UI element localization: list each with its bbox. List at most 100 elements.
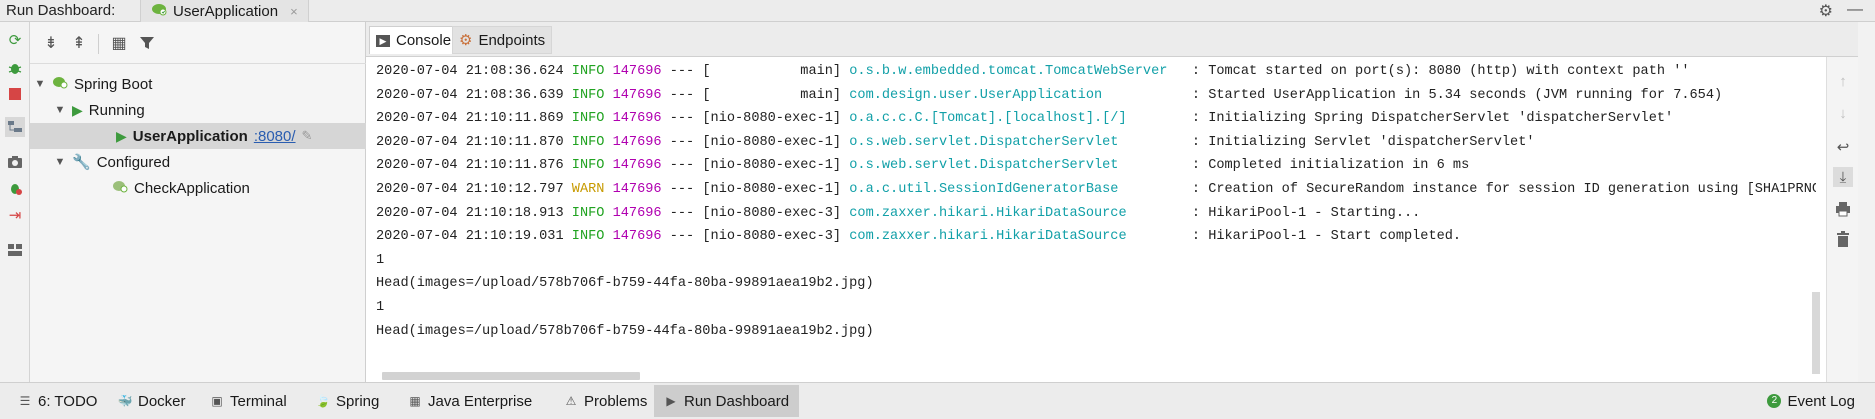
scroll-to-end-icon[interactable]: ⤓ xyxy=(1833,167,1853,187)
event-log-button[interactable]: 2 Event Log xyxy=(1757,385,1865,417)
status-tab-docker[interactable]: 🐳 Docker xyxy=(108,385,196,417)
event-log-label: Event Log xyxy=(1787,392,1855,410)
wrench-icon: 🔧 xyxy=(72,154,91,171)
log-logger: o.s.b.w.embedded.tomcat.TomcatWebServer xyxy=(849,64,1184,79)
spring-boot-app-icon xyxy=(151,2,167,20)
log-logger: o.a.c.c.C.[Tomcat].[localhost].[/] xyxy=(849,111,1184,127)
edit-icon[interactable]: ✎ xyxy=(302,128,313,144)
collapse-all-icon[interactable]: ⇞ xyxy=(68,33,90,53)
stop-icon[interactable] xyxy=(5,84,25,104)
spring-icon: 🍃 xyxy=(315,394,331,408)
log-message: : Initializing Spring DispatcherServlet … xyxy=(1191,111,1674,127)
log-thread: [nio-8080-exec-3] xyxy=(702,229,842,245)
print-icon[interactable] xyxy=(1833,199,1853,219)
log-timestamp: 2020-07-04 21:10:12.797 xyxy=(376,181,564,197)
output-line: 1 xyxy=(376,299,385,315)
log-separator: --- xyxy=(669,229,695,245)
debug-icon[interactable] xyxy=(5,58,25,78)
attach-debugger-icon[interactable] xyxy=(5,178,25,198)
log-thread: [nio-8080-exec-3] xyxy=(702,205,842,221)
group-by-icon[interactable]: ▦ xyxy=(108,33,130,53)
rerun-icon[interactable]: ⟳ xyxy=(5,30,25,50)
log-level: WARN xyxy=(571,181,605,197)
docker-icon: 🐳 xyxy=(117,394,133,408)
port-link[interactable]: :8080/ xyxy=(254,128,296,145)
log-line: 2020-07-04 21:10:11.876 INFO 147696 --- … xyxy=(376,154,1816,178)
layout-icon[interactable] xyxy=(5,240,25,260)
log-logger: o.s.web.servlet.DispatcherServlet xyxy=(849,134,1184,150)
arrow-down-icon[interactable]: ↓ xyxy=(1833,103,1853,123)
status-tab-problems[interactable]: ⚠ Problems xyxy=(554,385,657,417)
user-application-tab[interactable]: UserApplication × xyxy=(140,0,309,22)
soft-wrap-icon[interactable]: ↩ xyxy=(1833,137,1853,157)
status-tab-label: Docker xyxy=(138,392,186,410)
tab-endpoints[interactable]: ⚙ Endpoints xyxy=(452,26,553,54)
tree-node-check-application[interactable]: CheckApplication xyxy=(112,175,250,201)
trash-icon[interactable] xyxy=(1833,229,1853,249)
status-tab-6-todo[interactable]: ☰ 6: TODO xyxy=(8,385,107,417)
tree-node-running[interactable]: ▼ ▶ Running xyxy=(54,97,145,123)
output-line: Head(images=/upload/578b706f-b759-44fa-8… xyxy=(376,323,874,339)
log-logger: com.design.user.UserApplication xyxy=(849,87,1184,103)
log-pid: 147696 xyxy=(612,64,662,79)
log-pid: 147696 xyxy=(612,111,662,127)
console-output[interactable]: 2020-07-04 21:08:36.624 INFO 147696 --- … xyxy=(376,60,1816,365)
output-line: 1 xyxy=(376,252,385,268)
run-dashboard-icon: ▶ xyxy=(666,394,676,408)
log-message: : HikariPool-1 - Starting... xyxy=(1191,205,1421,221)
status-tab-label: Problems xyxy=(584,392,648,410)
tree-node-spring-boot[interactable]: ▼ Spring Boot xyxy=(34,71,153,97)
log-thread: [nio-8080-exec-1] xyxy=(702,134,842,150)
minimize-icon[interactable]: — xyxy=(1847,1,1863,21)
gear-icon[interactable]: ⚙ xyxy=(1819,1,1833,21)
log-timestamp: 2020-07-04 21:10:11.869 xyxy=(376,111,564,127)
log-logger: com.zaxxer.hikari.HikariDataSource xyxy=(849,205,1184,221)
horizontal-scrollbar[interactable] xyxy=(382,372,640,380)
tree-node-user-application[interactable]: ▶ UserApplication :8080/ ✎ xyxy=(30,123,366,149)
arrow-up-icon[interactable]: ↑ xyxy=(1833,71,1853,91)
log-logger: o.s.web.servlet.DispatcherServlet xyxy=(849,158,1184,174)
log-separator: --- xyxy=(669,134,695,150)
status-tab-label: Terminal xyxy=(230,392,287,410)
log-level: INFO xyxy=(571,158,605,174)
status-tab-label: 6: TODO xyxy=(38,392,98,410)
status-tab-java-enterprise[interactable]: ▦ Java Enterprise xyxy=(398,385,542,417)
log-thread: [ main] xyxy=(702,87,842,103)
log-line: 2020-07-04 21:10:11.869 INFO 147696 --- … xyxy=(376,107,1816,131)
filter-icon[interactable] xyxy=(136,33,158,53)
status-tab-terminal[interactable]: ▣ Terminal xyxy=(200,385,297,417)
chevron-down-icon[interactable]: ▼ xyxy=(34,78,46,90)
chevron-down-icon[interactable]: ▼ xyxy=(54,104,66,116)
log-pid: 147696 xyxy=(612,158,662,174)
login-icon[interactable]: ⇥ xyxy=(5,205,25,225)
status-tab-run-dashboard[interactable]: ▶ Run Dashboard xyxy=(654,385,800,417)
log-timestamp: 2020-07-04 21:10:11.870 xyxy=(376,134,564,150)
run-dashboard-tree-panel: ⇟ ⇞ ▦ ▼ Spring Boot ▼ ▶ Running ▶ UserAp… xyxy=(30,22,366,382)
log-thread: [nio-8080-exec-1] xyxy=(702,181,842,197)
log-thread: [nio-8080-exec-1] xyxy=(702,158,842,174)
status-tab-spring[interactable]: 🍃 Spring xyxy=(306,385,389,417)
close-icon[interactable]: × xyxy=(290,4,298,19)
panel-title: Run Dashboard: xyxy=(6,2,116,19)
endpoints-icon: ⚙ xyxy=(459,32,473,49)
log-separator: --- xyxy=(669,111,695,127)
chevron-down-icon[interactable]: ▼ xyxy=(54,156,66,168)
status-tab-label: Run Dashboard xyxy=(684,392,790,410)
tree-node-label: Running xyxy=(88,101,145,119)
camera-icon[interactable] xyxy=(5,152,25,172)
expand-all-icon[interactable]: ⇟ xyxy=(40,33,62,53)
output-line: Head(images=/upload/578b706f-b759-44fa-8… xyxy=(376,276,874,292)
group-by-type-icon[interactable] xyxy=(5,117,25,137)
list-icon: ☰ xyxy=(19,394,31,408)
log-message: : Tomcat started on port(s): 8080 (http)… xyxy=(1191,64,1690,79)
log-message: : HikariPool-1 - Start completed. xyxy=(1191,229,1462,245)
log-level: INFO xyxy=(571,64,605,79)
tree-node-configured[interactable]: ▼ 🔧 Configured xyxy=(54,149,171,175)
tab-console-label: Console xyxy=(396,32,452,49)
tab-console[interactable]: ▶ Console xyxy=(369,26,459,54)
log-level: INFO xyxy=(571,134,605,150)
terminal-icon: ▣ xyxy=(211,394,223,408)
log-message: : Started UserApplication in 5.34 second… xyxy=(1191,87,1723,103)
log-pid: 147696 xyxy=(612,134,662,150)
vertical-scrollbar[interactable] xyxy=(1812,292,1820,374)
